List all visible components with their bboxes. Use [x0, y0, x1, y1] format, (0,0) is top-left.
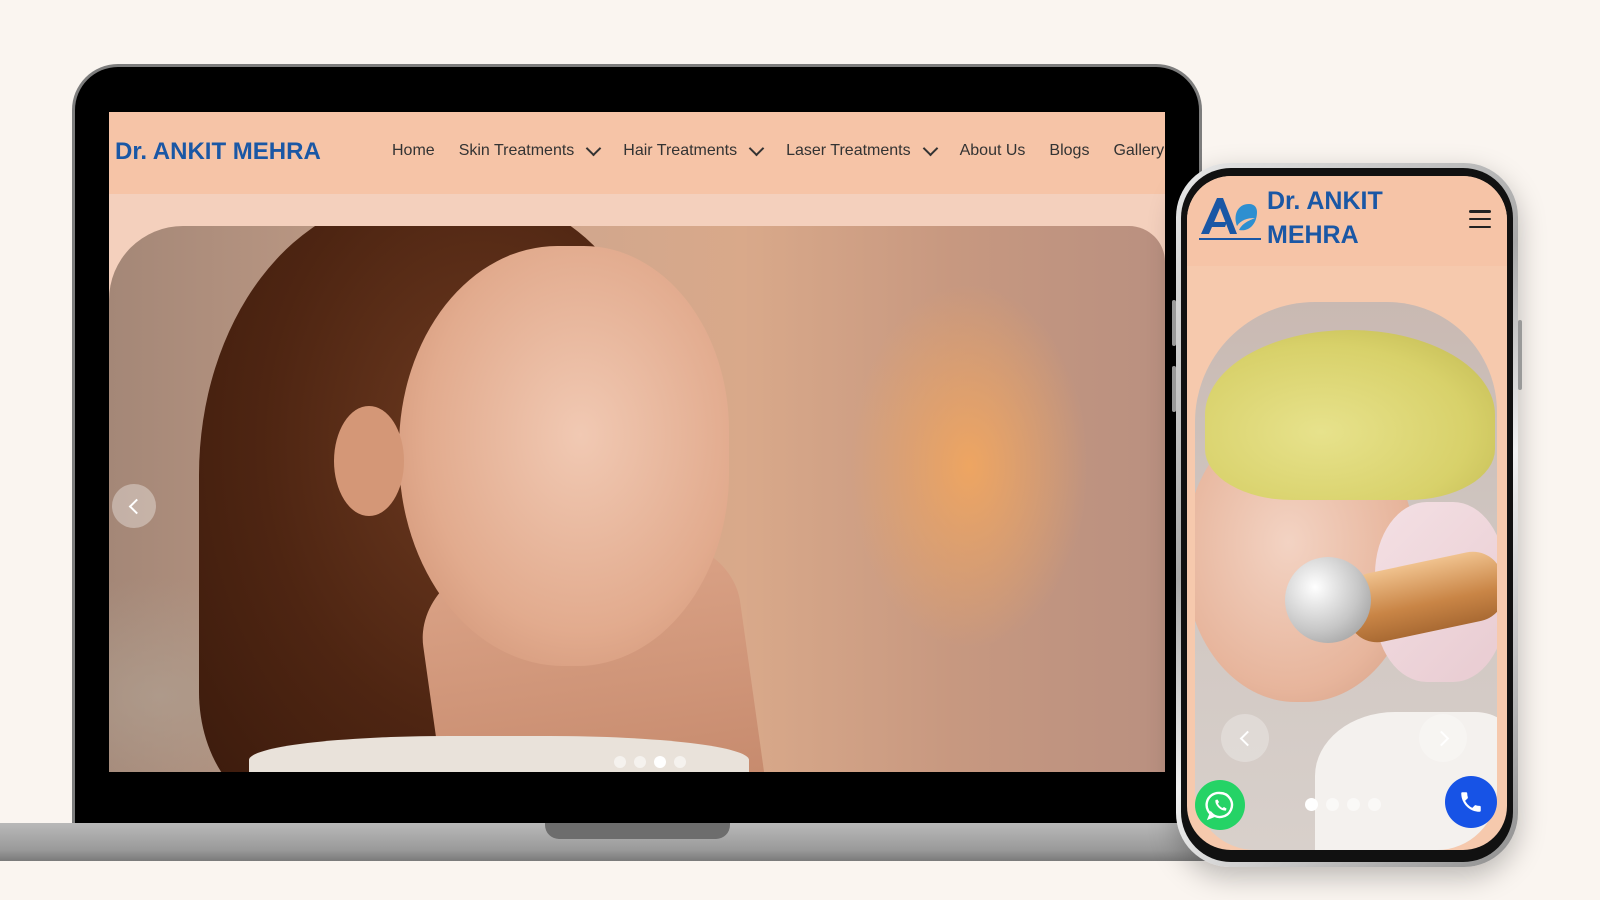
- slider-prev-button[interactable]: [112, 484, 156, 528]
- phone-icon: [1461, 792, 1481, 812]
- laptop-notch: [545, 823, 730, 839]
- phone-navbar: Dr. ANKIT MEHRA: [1187, 176, 1507, 266]
- hero-image-ear: [334, 406, 404, 516]
- nav-item-skin-treatments[interactable]: Skin Treatments: [458, 140, 602, 160]
- slider-prev-button[interactable]: [1221, 714, 1269, 762]
- site-logo-text[interactable]: Dr. ANKIT MEHRA: [1267, 184, 1383, 252]
- hero-image-device-head: [1285, 557, 1371, 643]
- nav-item-home[interactable]: Home: [392, 142, 435, 160]
- slider-dot[interactable]: [634, 756, 646, 768]
- slider-dot-active[interactable]: [1305, 798, 1318, 811]
- slider-dot[interactable]: [1368, 798, 1381, 811]
- laptop-navbar: Dr. ANKIT MEHRA Home Skin Treatments Hai…: [109, 112, 1165, 194]
- chevron-down-icon: [922, 140, 938, 156]
- hero-image-face: [399, 246, 729, 666]
- slider-dots: [1305, 798, 1381, 811]
- call-button[interactable]: [1445, 776, 1497, 828]
- slider-dot-active[interactable]: [654, 756, 666, 768]
- nav-item-label: About Us: [959, 142, 1026, 159]
- chevron-right-icon: [1433, 730, 1449, 746]
- nav-item-label: Home: [392, 142, 435, 159]
- chevron-left-icon: [1239, 730, 1255, 746]
- logo-icon[interactable]: [1197, 190, 1263, 246]
- logo-line-2: MEHRA: [1267, 221, 1359, 249]
- nav-item-gallery[interactable]: Gallery: [1113, 142, 1164, 160]
- nav-item-label: Gallery: [1113, 142, 1165, 159]
- phone-power-button: [1518, 320, 1522, 390]
- main-menu: Home Skin Treatments Hair Treatments Las…: [392, 140, 1164, 160]
- logo-line-1: Dr. ANKIT: [1267, 187, 1383, 215]
- hero-slider: [109, 226, 1165, 772]
- nav-item-hair-treatments[interactable]: Hair Treatments: [623, 140, 765, 160]
- nav-item-blogs[interactable]: Blogs: [1049, 142, 1089, 160]
- slider-dot[interactable]: [674, 756, 686, 768]
- nav-item-label: Skin Treatments: [458, 142, 575, 159]
- nav-item-about-us[interactable]: About Us: [960, 142, 1026, 160]
- hero-image-cap: [1205, 330, 1495, 500]
- nav-item-laser-treatments[interactable]: Laser Treatments: [786, 140, 938, 160]
- whatsapp-button[interactable]: [1195, 780, 1245, 830]
- phone-side-button: [1172, 300, 1176, 346]
- phone-screen: Dr. ANKIT MEHRA: [1187, 176, 1507, 850]
- slider-dot[interactable]: [1326, 798, 1339, 811]
- chevron-left-icon: [128, 498, 144, 514]
- whatsapp-icon: [1205, 791, 1234, 820]
- slider-dot[interactable]: [614, 756, 626, 768]
- hamburger-icon[interactable]: [1469, 210, 1491, 228]
- chevron-down-icon: [586, 140, 602, 156]
- nav-item-label: Laser Treatments: [786, 142, 911, 159]
- chevron-down-icon: [748, 140, 765, 156]
- phone-side-button: [1172, 366, 1176, 412]
- laptop-screen: Dr. ANKIT MEHRA Home Skin Treatments Hai…: [109, 112, 1165, 772]
- slider-dot[interactable]: [1347, 798, 1360, 811]
- nav-item-label: Hair Treatments: [623, 142, 738, 159]
- slider-dots: [614, 756, 686, 768]
- phone-hero-slider: [1195, 302, 1497, 850]
- nav-item-label: Blogs: [1049, 142, 1090, 159]
- slider-next-button[interactable]: [1419, 714, 1467, 762]
- site-logo[interactable]: Dr. ANKIT MEHRA: [115, 138, 321, 166]
